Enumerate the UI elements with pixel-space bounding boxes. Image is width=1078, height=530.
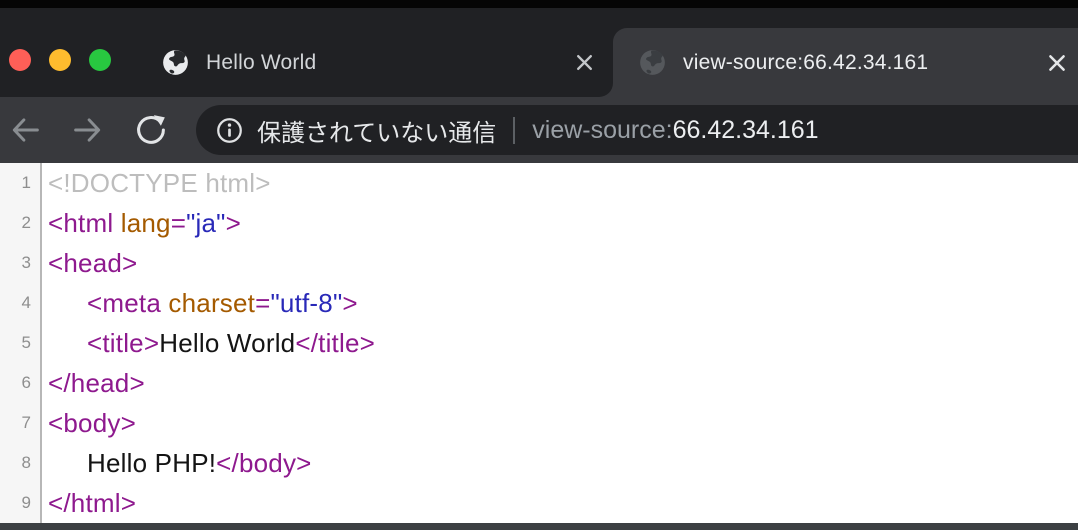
url-scheme: view-source: — [532, 116, 672, 144]
zoom-window-button[interactable] — [89, 49, 111, 71]
tab-bar: Hello World view-source:66.42.34.161 — [0, 8, 1078, 97]
window-top-edge — [0, 0, 1078, 8]
line-number: 4 — [0, 283, 42, 323]
code-line: Hello PHP!</body> — [42, 448, 312, 479]
code-token-attr: charset — [168, 288, 255, 318]
code-token-tag: = — [255, 288, 270, 318]
source-line: 9</html> — [0, 483, 1078, 523]
code-token-tag: <body> — [48, 408, 136, 438]
source-code: 1<!DOCTYPE html>2<html lang="ja">3<head>… — [0, 163, 1078, 523]
line-number: 2 — [0, 203, 42, 243]
code-token-tag: </body> — [216, 448, 311, 478]
code-line: <meta charset="utf-8"> — [42, 288, 358, 319]
security-status-label: 保護されていない通信 — [257, 113, 496, 148]
code-token-tag: <html — [48, 208, 121, 238]
tab-hello-world[interactable]: Hello World — [120, 28, 613, 97]
close-window-button[interactable] — [9, 49, 31, 71]
reload-icon[interactable] — [130, 109, 172, 151]
code-line: <html lang="ja"> — [42, 208, 241, 239]
source-line: 7<body> — [0, 403, 1078, 443]
code-token-doctype: <!DOCTYPE html> — [48, 168, 271, 198]
source-line: 6</head> — [0, 363, 1078, 403]
code-token-tag: <head> — [48, 248, 137, 278]
code-token-tag: > — [342, 288, 357, 318]
forward-arrow-icon[interactable] — [67, 109, 109, 151]
line-number: 5 — [0, 323, 42, 363]
globe-icon — [162, 49, 189, 76]
code-token-text: Hello PHP! — [87, 448, 216, 478]
source-line: 8Hello PHP!</body> — [0, 443, 1078, 483]
code-line: <body> — [42, 408, 136, 439]
code-token-val: "utf-8" — [270, 288, 342, 318]
code-token-tag: <meta — [87, 288, 168, 318]
code-token-tag: = — [171, 208, 186, 238]
tab-title: Hello World — [206, 51, 316, 75]
line-number: 7 — [0, 403, 42, 443]
line-number: 1 — [0, 163, 42, 203]
window-controls — [9, 49, 111, 71]
back-arrow-icon[interactable] — [4, 109, 46, 151]
source-line: 5<title>Hello World</title> — [0, 323, 1078, 363]
line-number: 3 — [0, 243, 42, 283]
code-token-tag: </head> — [48, 368, 145, 398]
window-bottom-edge — [0, 523, 1078, 530]
code-line: </html> — [42, 488, 136, 519]
omnibox-separator — [513, 117, 515, 144]
code-line: <!DOCTYPE html> — [42, 168, 271, 199]
url-text: view-source:66.42.34.161 — [532, 116, 818, 145]
code-token-val: "ja" — [186, 208, 226, 238]
source-line: 4<meta charset="utf-8"> — [0, 283, 1078, 323]
source-line: 2<html lang="ja"> — [0, 203, 1078, 243]
tab-view-source[interactable]: view-source:66.42.34.161 — [613, 28, 1078, 97]
code-token-tag: </title> — [295, 328, 375, 358]
browser-toolbar: 保護されていない通信 view-source:66.42.34.161 — [0, 97, 1078, 163]
code-token-tag: > — [226, 208, 241, 238]
globe-icon — [639, 49, 666, 76]
line-number: 9 — [0, 483, 42, 523]
code-token-tag: <title> — [87, 328, 159, 358]
url-host: 66.42.34.161 — [673, 116, 819, 144]
code-token-tag: </html> — [48, 488, 136, 518]
browser-window: Hello World view-source:66.42.34.161 — [0, 0, 1078, 530]
minimize-window-button[interactable] — [49, 49, 71, 71]
line-number: 8 — [0, 443, 42, 483]
address-bar[interactable]: 保護されていない通信 view-source:66.42.34.161 — [196, 105, 1078, 155]
code-token-text: Hello World — [159, 328, 295, 358]
tab-title: view-source:66.42.34.161 — [683, 51, 928, 75]
code-token-attr: lang — [121, 208, 171, 238]
info-icon[interactable] — [216, 117, 243, 144]
source-line: 3<head> — [0, 243, 1078, 283]
line-number: 6 — [0, 363, 42, 403]
close-icon[interactable] — [1042, 48, 1072, 78]
view-source-content: 1<!DOCTYPE html>2<html lang="ja">3<head>… — [0, 163, 1078, 523]
code-line: <title>Hello World</title> — [42, 328, 375, 359]
code-line: </head> — [42, 368, 145, 399]
close-icon[interactable] — [569, 48, 599, 78]
code-line: <head> — [42, 248, 137, 279]
source-line: 1<!DOCTYPE html> — [0, 163, 1078, 203]
